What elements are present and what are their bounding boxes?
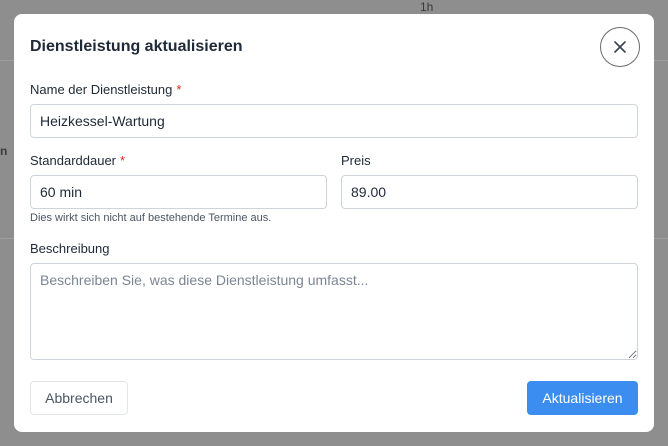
close-button[interactable]: [600, 27, 640, 67]
price-label: Preis: [341, 153, 371, 168]
description-label: Beschreibung: [30, 241, 110, 256]
duration-label-text: Standarddauer: [30, 153, 117, 168]
required-indicator: *: [120, 153, 126, 168]
background-text-fragment: n: [0, 144, 8, 158]
update-button[interactable]: Aktualisieren: [527, 381, 638, 415]
dialog-title: Dienstleistung aktualisieren: [30, 38, 243, 55]
duration-label: Standarddauer *: [30, 153, 125, 168]
description-textarea[interactable]: [30, 263, 638, 360]
cancel-button[interactable]: Abbrechen: [30, 381, 128, 415]
close-icon: [614, 41, 626, 53]
background-time-label: 1h: [420, 0, 434, 14]
duration-hint: Dies wirkt sich nicht auf bestehende Ter…: [30, 212, 272, 224]
price-input[interactable]: [341, 175, 638, 209]
required-indicator: *: [176, 82, 182, 97]
update-service-dialog: Dienstleistung aktualisieren Name der Di…: [14, 14, 654, 432]
service-name-input[interactable]: [30, 104, 638, 138]
service-name-label-text: Name der Dienstleistung: [30, 82, 173, 97]
service-name-label: Name der Dienstleistung *: [30, 82, 181, 97]
duration-input[interactable]: [30, 175, 327, 209]
